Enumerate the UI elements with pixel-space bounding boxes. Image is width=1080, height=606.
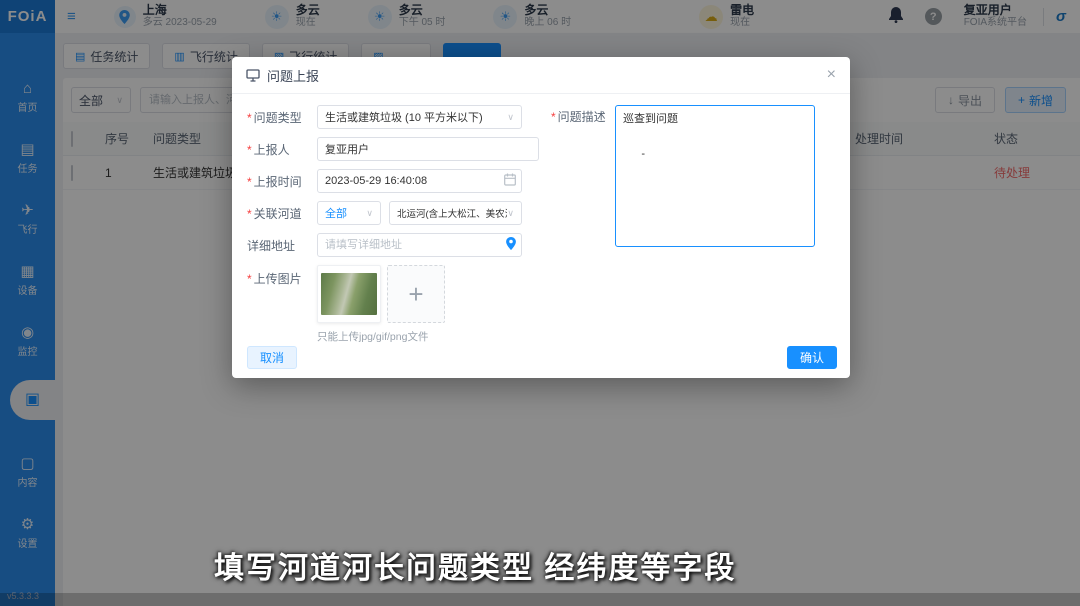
- field-reporter: *上报人: [247, 137, 539, 161]
- problem-type-value: 生活或建筑垃圾 (10 平方米以下): [325, 109, 483, 125]
- required-asterisk: *: [247, 207, 252, 221]
- problem-type-select[interactable]: 生活或建筑垃圾 (10 平方米以下) ∨: [317, 105, 522, 129]
- required-asterisk: *: [551, 110, 556, 124]
- cancel-button[interactable]: 取消: [247, 346, 297, 369]
- bottom-strip: [0, 593, 1080, 606]
- field-label: 关联河道: [254, 207, 302, 221]
- problem-report-modal: 问题上报 × *问题类型 生活或建筑垃圾 (10 平方米以下) ∨ *上报人 *…: [232, 57, 850, 378]
- map-pin-icon[interactable]: [506, 237, 516, 250]
- chevron-down-icon: ∨: [507, 112, 514, 123]
- aerial-photo: [321, 273, 377, 315]
- field-description: *问题描述 巡查到问题 -: [551, 105, 815, 352]
- field-label: 上报时间: [254, 175, 302, 189]
- field-label: 问题类型: [254, 111, 302, 125]
- modal-title: 问题上报: [267, 66, 319, 85]
- river-scope-value: 全部: [325, 205, 347, 221]
- field-label: 上传图片: [254, 272, 302, 286]
- problem-description-textarea[interactable]: 巡查到问题 -: [615, 105, 815, 247]
- calendar-icon[interactable]: [504, 173, 516, 186]
- report-time-input[interactable]: [317, 169, 522, 193]
- river-select[interactable]: 北运河(含上大松江、美农江) ∨: [389, 201, 522, 225]
- required-asterisk: *: [247, 175, 252, 189]
- chevron-down-icon: ∨: [366, 208, 373, 219]
- upload-hint: 只能上传jpg/gif/png文件: [317, 329, 445, 344]
- reporter-input[interactable]: [317, 137, 539, 161]
- field-upload: *上传图片 + 只能上传jpg/gif/png文件: [247, 265, 539, 344]
- upload-add-button[interactable]: +: [387, 265, 445, 323]
- field-address: 详细地址: [247, 233, 539, 257]
- report-screen-icon: [246, 69, 260, 82]
- field-report-time: *上报时间: [247, 169, 539, 193]
- modal-header: 问题上报 ×: [232, 57, 850, 94]
- close-icon[interactable]: ×: [827, 67, 836, 83]
- field-label: 问题描述: [558, 110, 606, 124]
- required-asterisk: *: [247, 272, 252, 286]
- required-asterisk: *: [247, 143, 252, 157]
- river-scope-select[interactable]: 全部 ∨: [317, 201, 381, 225]
- modal-footer: 取消 确认: [247, 346, 837, 369]
- required-asterisk: *: [247, 111, 252, 125]
- river-value: 北运河(含上大松江、美农江): [397, 206, 507, 220]
- address-input[interactable]: [317, 233, 522, 257]
- app-root: FOiA ≡ 上海 多云 2023-05-29 ☀ 多云 现在 ☀ 多云 下午 …: [0, 0, 1080, 606]
- field-label: 上报人: [254, 143, 290, 157]
- field-problem-type: *问题类型 生活或建筑垃圾 (10 平方米以下) ∨: [247, 105, 539, 129]
- modal-body: *问题类型 生活或建筑垃圾 (10 平方米以下) ∨ *上报人 *上报时间: [232, 94, 850, 352]
- field-river: *关联河道 全部 ∨ 北运河(含上大松江、美农江) ∨: [247, 201, 539, 225]
- uploaded-photo-thumbnail[interactable]: [317, 265, 381, 323]
- field-label: 详细地址: [247, 239, 295, 253]
- video-caption: 填写河道河长问题类型 经纬度等字段: [214, 543, 736, 587]
- confirm-button[interactable]: 确认: [787, 346, 837, 369]
- chevron-down-icon: ∨: [507, 208, 514, 219]
